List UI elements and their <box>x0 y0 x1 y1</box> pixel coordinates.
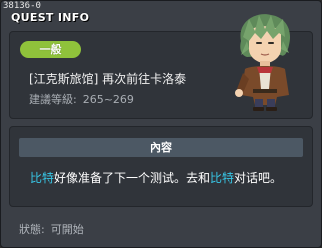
description-text: 对话吧。 <box>234 171 283 185</box>
recommended-level: 建議等級: 265~269 <box>29 91 134 107</box>
quest-category-badge: 一般 <box>20 41 81 58</box>
quest-info-window: 38136-0 QUEST INFO 一般 [江克斯旅馆] 再次前往卡洛泰 建議… <box>0 0 322 248</box>
npc-portrait-icon <box>235 14 291 111</box>
quest-name: [江克斯旅馆] 再次前往卡洛泰 <box>29 72 187 86</box>
npc-name-highlight: 比特 <box>210 171 235 185</box>
status-label: 狀態: <box>19 223 45 236</box>
quest-content-panel: 內容 比特好像准备了下一个测试。去和比特对话吧。 <box>9 126 313 207</box>
content-header: 內容 <box>19 138 303 157</box>
description-text: 好像准备了下一个测试。去和 <box>54 171 211 185</box>
quest-status: 狀態: 可開始 <box>19 221 84 237</box>
window-title: QUEST INFO <box>11 11 90 24</box>
level-range: 265~269 <box>82 93 134 106</box>
quest-id: 38136-0 <box>3 1 41 11</box>
npc-name-highlight: 比特 <box>30 171 55 185</box>
status-value: 可開始 <box>50 223 84 236</box>
quest-description: 比特好像准备了下一个测试。去和比特对话吧。 <box>30 169 282 186</box>
level-label: 建議等級: <box>29 93 77 106</box>
